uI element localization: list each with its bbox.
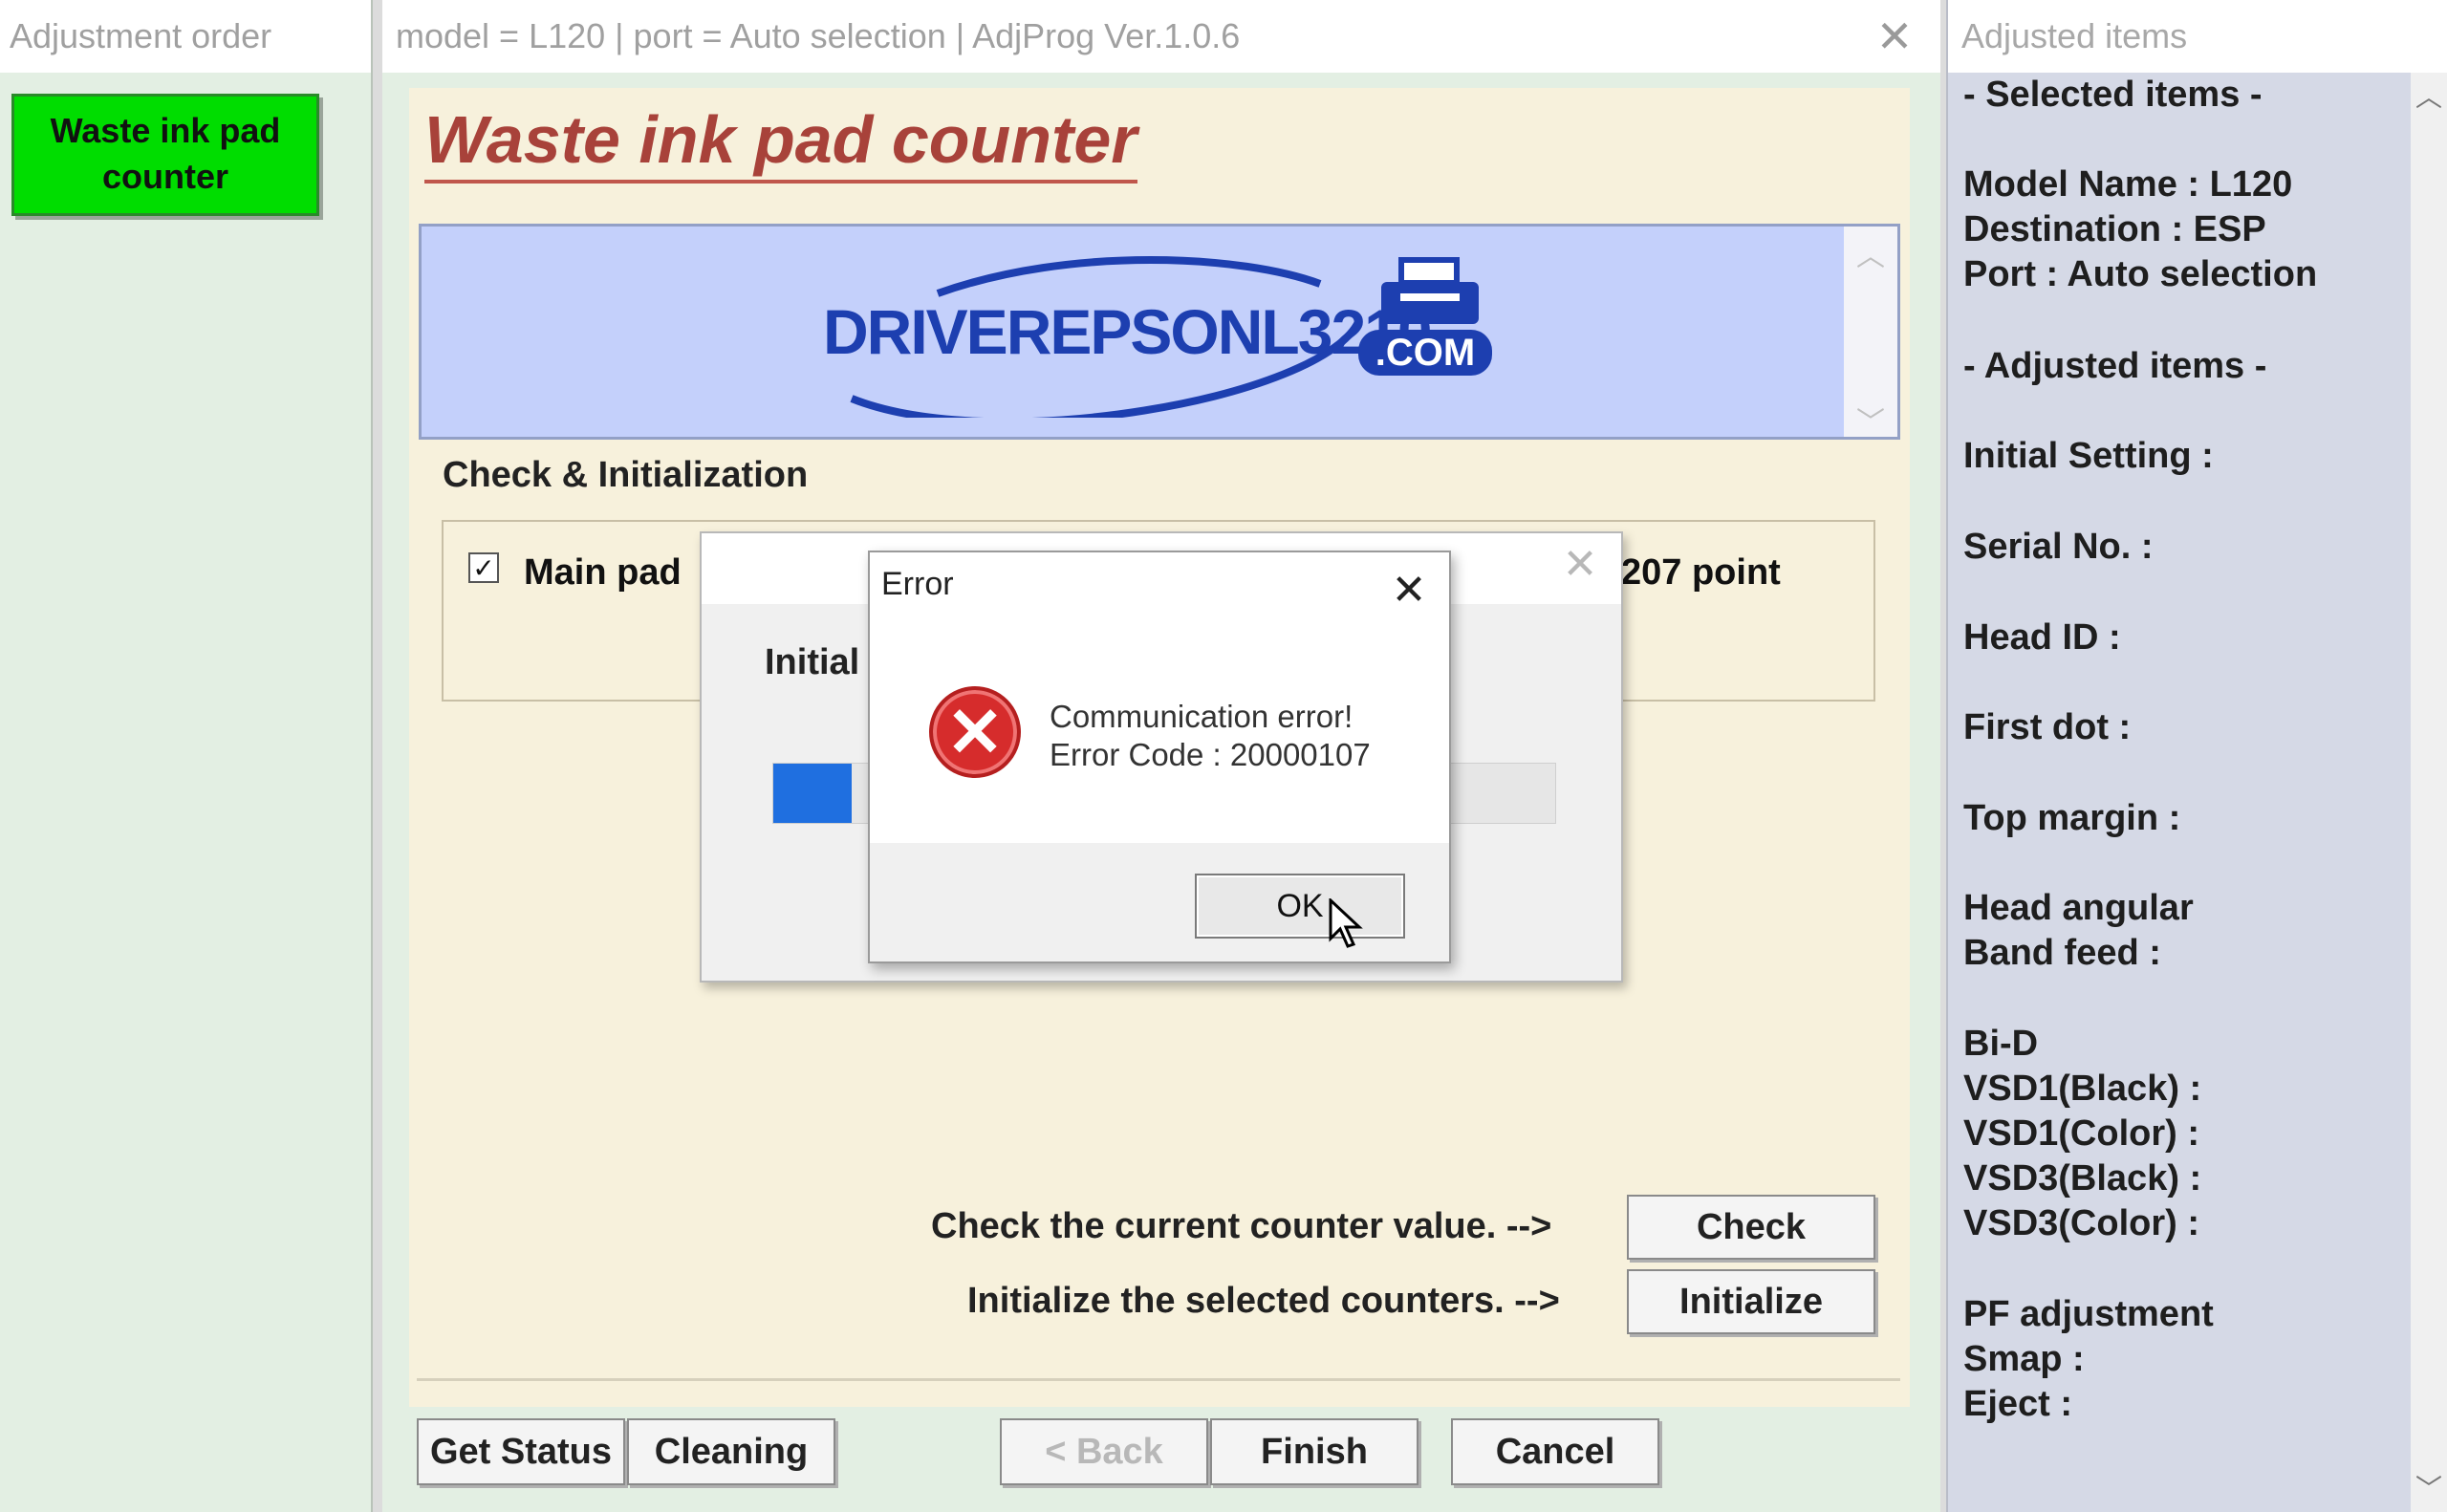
port-item: Port : Auto selection	[1963, 254, 2318, 294]
scroll-down-icon[interactable]: ﹀	[1844, 399, 1897, 441]
close-icon[interactable]: ✕	[1868, 10, 1921, 63]
mouse-cursor-icon	[1329, 898, 1363, 948]
initialize-button[interactable]: Initialize	[1627, 1269, 1875, 1334]
init-row-label: Initialize the selected counters. -->	[967, 1281, 1560, 1321]
page-title: Waste ink pad counter	[424, 101, 1137, 184]
scroll-up-icon[interactable]: ︿	[2411, 76, 2447, 115]
main-pad-label: Main pad	[524, 552, 682, 593]
adjusted-items-list: - Selected items - Model Name : L120 Des…	[1963, 73, 2413, 1506]
check-row-label: Check the current counter value. -->	[931, 1206, 1552, 1246]
smap-item: Smap :	[1963, 1339, 2085, 1379]
error-message-line2: Error Code : 20000107	[1050, 737, 1371, 772]
printer-icon	[1381, 257, 1479, 324]
destination-item: Destination : ESP	[1963, 209, 2266, 249]
serial-no-item: Serial No. :	[1963, 527, 2154, 567]
main-window-title: model = L120 | port = Auto selection | A…	[382, 0, 1940, 73]
eject-item: Eject :	[1963, 1384, 2073, 1424]
progress-status-text: Initial	[765, 642, 860, 682]
adjusted-items-title: Adjusted items	[1948, 0, 2447, 73]
model-name-item: Model Name : L120	[1963, 164, 2293, 205]
group-label: Check & Initialization	[443, 455, 809, 495]
check-button[interactable]: Check	[1627, 1195, 1875, 1260]
waste-ink-item-line1: Waste ink pad	[50, 111, 281, 150]
error-icon: ✕	[929, 686, 1021, 778]
progress-bar-fill	[773, 764, 852, 823]
initial-setting-item: Initial Setting :	[1963, 436, 2214, 476]
vsd3-color-item: VSD3(Color) :	[1963, 1203, 2199, 1243]
get-status-button[interactable]: Get Status	[417, 1418, 625, 1485]
adjusted-items-header: - Adjusted items -	[1963, 346, 2267, 386]
bottom-separator	[417, 1378, 1900, 1381]
adjustment-order-panel: Adjustment order Waste ink pad counter	[0, 0, 373, 1512]
ok-button[interactable]: OK	[1195, 874, 1405, 939]
waste-ink-pad-counter-item[interactable]: Waste ink pad counter	[11, 94, 319, 216]
logo-com-badge: .COM	[1358, 330, 1492, 376]
adjusted-items-panel: Adjusted items - Selected items - Model …	[1946, 0, 2447, 1512]
adjustment-order-title: Adjustment order	[0, 0, 371, 73]
error-dialog-title: Error	[881, 566, 954, 602]
error-message: Communication error! Error Code : 200001…	[1050, 698, 1371, 774]
banner-scrollbar[interactable]: ︿ ﹀	[1844, 227, 1897, 439]
back-button[interactable]: < Back	[1000, 1418, 1208, 1485]
error-message-line1: Communication error!	[1050, 699, 1353, 734]
cancel-button[interactable]: Cancel	[1451, 1418, 1659, 1485]
logo-text: DRIVEREPSONL3210	[823, 296, 1433, 367]
head-angular-item: Head angular	[1963, 888, 2194, 928]
finish-button[interactable]: Finish	[1210, 1418, 1418, 1485]
brand-logo: DRIVEREPSONL3210 .COM	[823, 255, 1511, 418]
vsd1-color-item: VSD1(Color) :	[1963, 1113, 2199, 1154]
band-feed-item: Band feed :	[1963, 933, 2161, 973]
waste-ink-item-line2: counter	[101, 157, 228, 196]
checkmark-icon: ✓	[472, 553, 495, 583]
banner-area: DRIVEREPSONL3210 .COM ︿ ﹀	[419, 224, 1900, 440]
close-icon[interactable]: ✕	[1382, 564, 1436, 617]
selected-items-header: - Selected items -	[1963, 75, 2263, 115]
adjusted-items-scrollbar[interactable]: ︿ ﹀	[2411, 73, 2447, 1512]
vsd1-black-item: VSD1(Black) :	[1963, 1069, 2202, 1109]
top-margin-item: Top margin :	[1963, 798, 2181, 838]
scroll-down-icon[interactable]: ﹀	[2411, 1468, 2447, 1506]
head-id-item: Head ID :	[1963, 617, 2121, 658]
bid-item: Bi-D	[1963, 1024, 2039, 1064]
cleaning-button[interactable]: Cleaning	[627, 1418, 835, 1485]
vsd3-black-item: VSD3(Black) :	[1963, 1158, 2202, 1199]
main-pad-point-value: 207 point	[1621, 552, 1781, 593]
first-dot-item: First dot :	[1963, 707, 2132, 747]
close-icon[interactable]: ✕	[1556, 541, 1604, 589]
main-pad-checkbox[interactable]: ✓	[468, 552, 499, 583]
scroll-up-icon[interactable]: ︿	[1844, 232, 1897, 274]
pf-adjustment-item: PF adjustment	[1963, 1294, 2214, 1334]
